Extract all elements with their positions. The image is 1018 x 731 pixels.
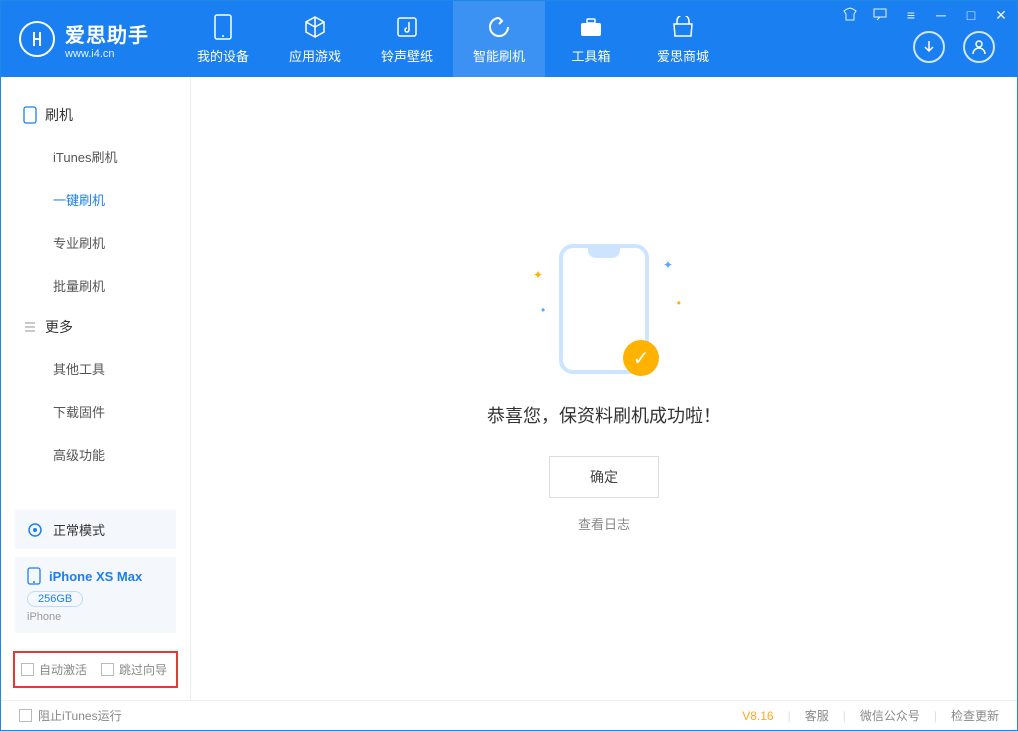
music-icon	[394, 14, 420, 40]
user-button[interactable]	[963, 31, 995, 63]
nav-store[interactable]: 爱思商城	[637, 1, 729, 77]
nav-label: 我的设备	[197, 46, 249, 65]
nav-label: 铃声壁纸	[381, 46, 433, 65]
refresh-icon	[486, 14, 512, 40]
sidebar-item-batch-flash[interactable]: 批量刷机	[1, 264, 190, 307]
app-logo[interactable]: 爱思助手 www.i4.cn	[1, 19, 167, 60]
download-button[interactable]	[913, 31, 945, 63]
app-url: www.i4.cn	[65, 48, 149, 60]
nav-label: 工具箱	[571, 46, 610, 65]
checkbox-label: 自动激活	[39, 661, 87, 678]
highlighted-options-box: 自动激活 跳过向导	[13, 651, 178, 688]
phone-icon	[23, 106, 37, 124]
version-label: V8.16	[742, 709, 773, 723]
sb-link-wechat[interactable]: 微信公众号	[860, 707, 920, 724]
sidebar-item-other-tools[interactable]: 其他工具	[1, 347, 190, 390]
window-controls: ≡ ─ □ ✕	[843, 7, 1009, 24]
sb-link-update[interactable]: 检查更新	[951, 707, 999, 724]
sidebar-group-more: 更多	[1, 307, 190, 347]
device-name: iPhone XS Max	[49, 569, 142, 584]
device-capacity: 256GB	[27, 591, 83, 607]
maximize-icon[interactable]: □	[963, 7, 979, 24]
phone-icon	[27, 567, 41, 585]
list-icon	[23, 320, 37, 334]
logo-icon	[19, 21, 55, 57]
sidebar-group-title: 刷机	[45, 105, 73, 125]
sidebar-item-download-fw[interactable]: 下载固件	[1, 390, 190, 433]
cube-icon	[302, 14, 328, 40]
sidebar: 刷机 iTunes刷机 一键刷机 专业刷机 批量刷机 更多 其他工具 下载固件 …	[1, 77, 191, 700]
confirm-button[interactable]: 确定	[549, 456, 659, 498]
nav-label: 应用游戏	[289, 46, 341, 65]
nav-smart-flash[interactable]: 智能刷机	[453, 1, 545, 77]
sidebar-item-onekey-flash[interactable]: 一键刷机	[1, 178, 190, 221]
main-content: ✦ • ✦ • ✓ 恭喜您，保资料刷机成功啦！ 确定 查看日志	[191, 77, 1017, 700]
skin-icon[interactable]	[843, 7, 859, 24]
mode-icon	[27, 522, 43, 538]
nav-my-device[interactable]: 我的设备	[177, 1, 269, 77]
sidebar-item-itunes-flash[interactable]: iTunes刷机	[1, 135, 190, 178]
titlebar: 爱思助手 www.i4.cn 我的设备 应用游戏 铃声壁纸 智能刷机 工具箱 爱…	[1, 1, 1017, 77]
auto-activate-checkbox[interactable]: 自动激活	[21, 661, 87, 678]
view-log-link[interactable]: 查看日志	[578, 514, 630, 533]
nav-label: 爱思商城	[657, 46, 709, 65]
toolbox-icon	[578, 14, 604, 40]
feedback-icon[interactable]	[873, 7, 889, 24]
store-icon	[670, 14, 696, 40]
nav-toolbox[interactable]: 工具箱	[545, 1, 637, 77]
nav-apps-games[interactable]: 应用游戏	[269, 1, 361, 77]
device-mode-panel[interactable]: 正常模式	[15, 510, 176, 549]
sidebar-group-title: 更多	[45, 317, 73, 337]
sidebar-item-pro-flash[interactable]: 专业刷机	[1, 221, 190, 264]
nav-label: 智能刷机	[473, 46, 525, 65]
device-type: iPhone	[27, 611, 164, 623]
statusbar: 阻止iTunes运行 V8.16 | 客服 | 微信公众号 | 检查更新	[1, 700, 1017, 730]
sidebar-group-flash: 刷机	[1, 95, 190, 135]
top-nav: 我的设备 应用游戏 铃声壁纸 智能刷机 工具箱 爱思商城	[177, 1, 729, 77]
mode-label: 正常模式	[53, 520, 105, 539]
nav-ringtones[interactable]: 铃声壁纸	[361, 1, 453, 77]
sidebar-item-advanced[interactable]: 高级功能	[1, 433, 190, 476]
skip-guide-checkbox[interactable]: 跳过向导	[101, 661, 167, 678]
check-badge-icon: ✓	[623, 340, 659, 376]
app-name: 爱思助手	[65, 19, 149, 48]
minimize-icon[interactable]: ─	[933, 7, 949, 24]
device-icon	[210, 14, 236, 40]
success-illustration: ✦ • ✦ • ✓	[559, 244, 649, 374]
device-panel[interactable]: iPhone XS Max 256GB iPhone	[15, 557, 176, 633]
block-itunes-checkbox[interactable]: 阻止iTunes运行	[19, 707, 122, 724]
success-message: 恭喜您，保资料刷机成功啦！	[487, 402, 721, 428]
header-right	[913, 31, 995, 63]
checkbox-label: 阻止iTunes运行	[38, 707, 122, 724]
checkbox-label: 跳过向导	[119, 661, 167, 678]
menu-icon[interactable]: ≡	[903, 7, 919, 24]
sb-link-support[interactable]: 客服	[805, 707, 829, 724]
close-icon[interactable]: ✕	[993, 7, 1009, 24]
